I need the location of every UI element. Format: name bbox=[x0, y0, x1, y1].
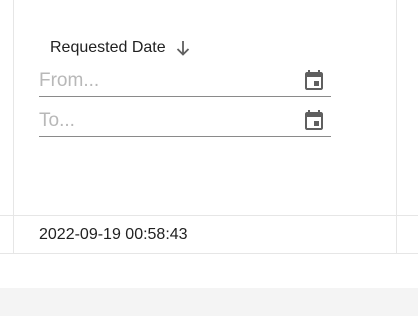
table-footer-area bbox=[0, 288, 418, 316]
column-header-label: Requested Date bbox=[50, 39, 166, 56]
from-date-field[interactable] bbox=[39, 66, 331, 97]
column-header-requested-date[interactable]: Requested Date bbox=[50, 38, 190, 58]
calendar-icon[interactable] bbox=[302, 109, 326, 133]
from-date-input[interactable] bbox=[39, 68, 289, 94]
row-divider bbox=[0, 253, 418, 254]
arrow-down-icon[interactable] bbox=[176, 40, 190, 56]
calendar-icon[interactable] bbox=[302, 69, 326, 93]
to-date-input[interactable] bbox=[39, 108, 289, 134]
to-date-field[interactable] bbox=[39, 106, 331, 137]
table-cell-requested-date: 2022-09-19 00:58:43 bbox=[39, 226, 188, 243]
table-view: Requested Date 2022-09-19 00:58:43 bbox=[0, 0, 418, 316]
row-divider bbox=[0, 215, 418, 216]
